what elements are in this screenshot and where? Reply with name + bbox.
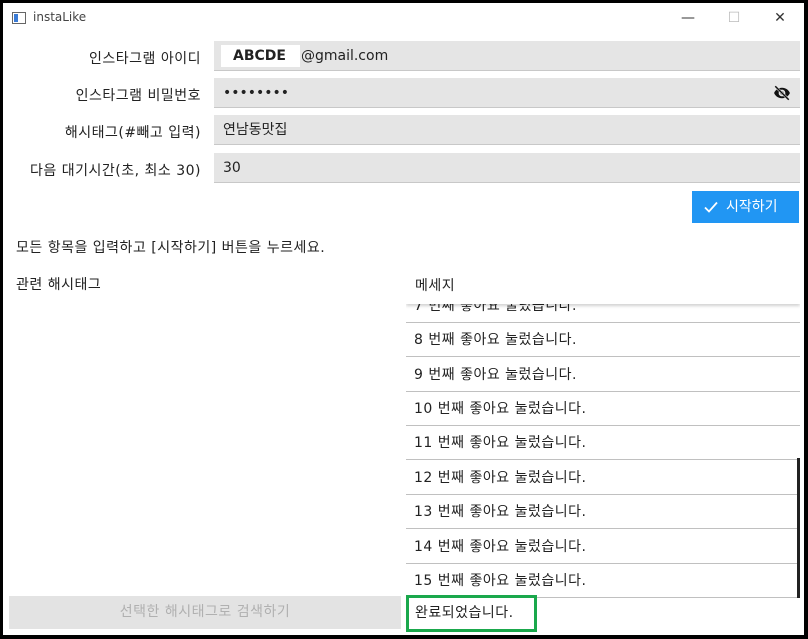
password-field[interactable]: •••••••• xyxy=(214,78,800,108)
hashtag-field[interactable]: 연남동맛집 xyxy=(214,115,800,145)
pw-label: 인스타그램 비밀번호 xyxy=(75,88,201,104)
id-mask: ABCDE xyxy=(221,45,300,67)
password-value: •••••••• xyxy=(223,85,290,101)
instruction-text: 모든 항목을 입력하고 [시작하기] 버튼을 누르세요. xyxy=(16,240,326,256)
app-icon xyxy=(12,12,26,24)
messages-header: 메세지 xyxy=(406,268,800,304)
hashtag-value: 연남동맛집 xyxy=(223,122,288,138)
list-item: 13 번째 좋아요 눌렀습니다. xyxy=(406,495,800,529)
hashtag-label: 해시태그(#빼고 입력) xyxy=(64,125,201,141)
eye-off-icon[interactable] xyxy=(772,84,792,102)
app-window: instaLike — ☐ ✕ 인스타그램 아이디 ABCDE @gmail.co… xyxy=(3,3,804,635)
done-message: 완료되었습니다. xyxy=(406,595,537,632)
list-item: 9 번째 좋아요 눌렀습니다. xyxy=(406,358,800,392)
wait-field[interactable]: 30 xyxy=(214,153,800,183)
list-item: 12 번째 좋아요 눌렀습니다. xyxy=(406,461,800,495)
window-title: instaLike xyxy=(33,10,87,24)
list-item: 8 번째 좋아요 눌렀습니다. xyxy=(406,323,800,357)
id-field[interactable]: ABCDE @gmail.com xyxy=(214,41,800,71)
list-item: 14 번째 좋아요 눌렀습니다. xyxy=(406,530,800,564)
start-button-label: 시작하기 xyxy=(726,199,778,215)
title-bar: instaLike — ☐ ✕ xyxy=(3,3,804,33)
minimize-button[interactable]: — xyxy=(665,3,711,33)
start-button[interactable]: 시작하기 xyxy=(692,191,799,223)
list-item: 11 번째 좋아요 눌렀습니다. xyxy=(406,426,800,460)
list-item: 15 번째 좋아요 눌렀습니다. xyxy=(406,564,800,598)
tags-header: 관련 해시태그 xyxy=(16,277,102,293)
id-label: 인스타그램 아이디 xyxy=(89,51,201,67)
close-button[interactable]: ✕ xyxy=(757,3,803,33)
message-panel[interactable]: 7 번째 좋아요 눌렀습니다. 8 번째 좋아요 눌렀습니다. 9 번째 좋아요… xyxy=(406,268,800,635)
search-hashtag-button[interactable]: 선택한 해시태그로 검색하기 xyxy=(9,596,401,629)
list-item: 10 번째 좋아요 눌렀습니다. xyxy=(406,392,800,426)
messages-scrollbar[interactable] xyxy=(797,458,800,598)
id-suffix: @gmail.com xyxy=(300,48,389,64)
check-icon xyxy=(704,201,718,213)
wait-value: 30 xyxy=(223,160,241,176)
wait-label: 다음 대기시간(초, 최소 30) xyxy=(30,163,201,179)
maximize-button[interactable]: ☐ xyxy=(711,3,757,33)
